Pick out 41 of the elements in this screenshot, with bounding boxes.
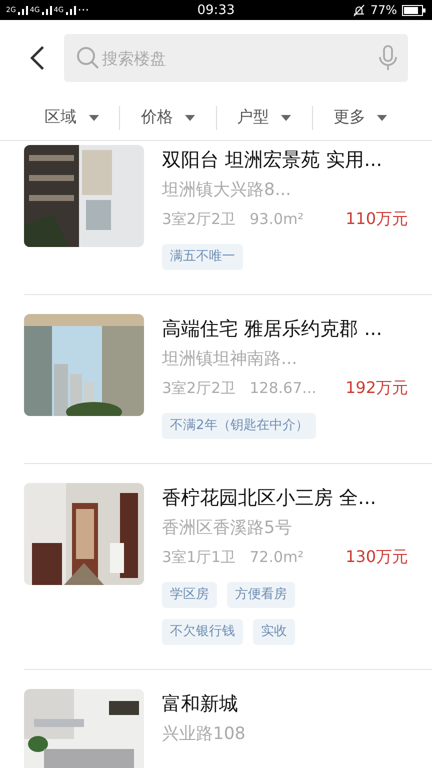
- listing-title[interactable]: 双阳台 坦洲宏景苑 实用...: [162, 145, 408, 175]
- room-layout: 3室1厅1卫: [162, 547, 236, 568]
- filter-dropdown[interactable]: 区域: [24, 107, 120, 128]
- caret-icon: [88, 114, 99, 120]
- filter-dropdown[interactable]: 价格: [120, 107, 216, 128]
- feature-tag: 不欠银行钱: [162, 619, 243, 645]
- listing-title[interactable]: 富和新城: [162, 689, 408, 719]
- battery-percent: 77%: [370, 3, 397, 17]
- bell-off-icon: [353, 4, 366, 16]
- listing-price: 110万元: [345, 208, 408, 230]
- feature-tag: 实收: [253, 619, 295, 645]
- caret-icon: [281, 114, 292, 120]
- listing-title[interactable]: 高端住宅 雅居乐约克郡 ...: [162, 314, 408, 344]
- floor-area: 72.0m²: [250, 543, 304, 571]
- floor-area: 128.67...: [250, 374, 316, 402]
- signal-icon: [66, 6, 76, 14]
- listing-price: 192万元: [345, 377, 408, 399]
- caret-icon: [377, 114, 388, 120]
- search-icon: [76, 46, 100, 70]
- listing-address: 坦洲镇大兴路8...: [162, 179, 292, 202]
- filter-dropdown[interactable]: 户型: [216, 107, 312, 128]
- signal-icon: [42, 6, 52, 14]
- more-indicator: ···: [78, 3, 90, 17]
- listing-address: 兴业路108: [162, 723, 246, 746]
- feature-tag: 满五不唯一: [162, 244, 243, 270]
- feature-tag: 方便看房: [227, 582, 295, 608]
- listing-price: 130万元: [345, 546, 408, 568]
- feature-tag: 学区房: [162, 582, 217, 608]
- signal-icon: [18, 6, 28, 14]
- search-field[interactable]: 搜索楼盘: [64, 34, 408, 82]
- floor-area: 93.0m²: [250, 205, 304, 233]
- room-layout: 3室2厅2卫: [162, 378, 236, 399]
- battery-icon: [402, 4, 426, 16]
- room-layout: 3室2厅2卫: [162, 209, 236, 230]
- filter-dropdown[interactable]: 更多: [312, 107, 408, 128]
- listing-address: 坦洲镇坦神南路...: [162, 348, 298, 371]
- feature-tag: 不满2年（钥匙在中介）: [162, 413, 316, 439]
- listing-address: 香洲区香溪路5号: [162, 517, 293, 540]
- listing-title[interactable]: 香柠花园北区小三房 全...: [162, 483, 408, 513]
- caret-icon: [184, 114, 195, 120]
- clock: 09:33: [197, 2, 235, 18]
